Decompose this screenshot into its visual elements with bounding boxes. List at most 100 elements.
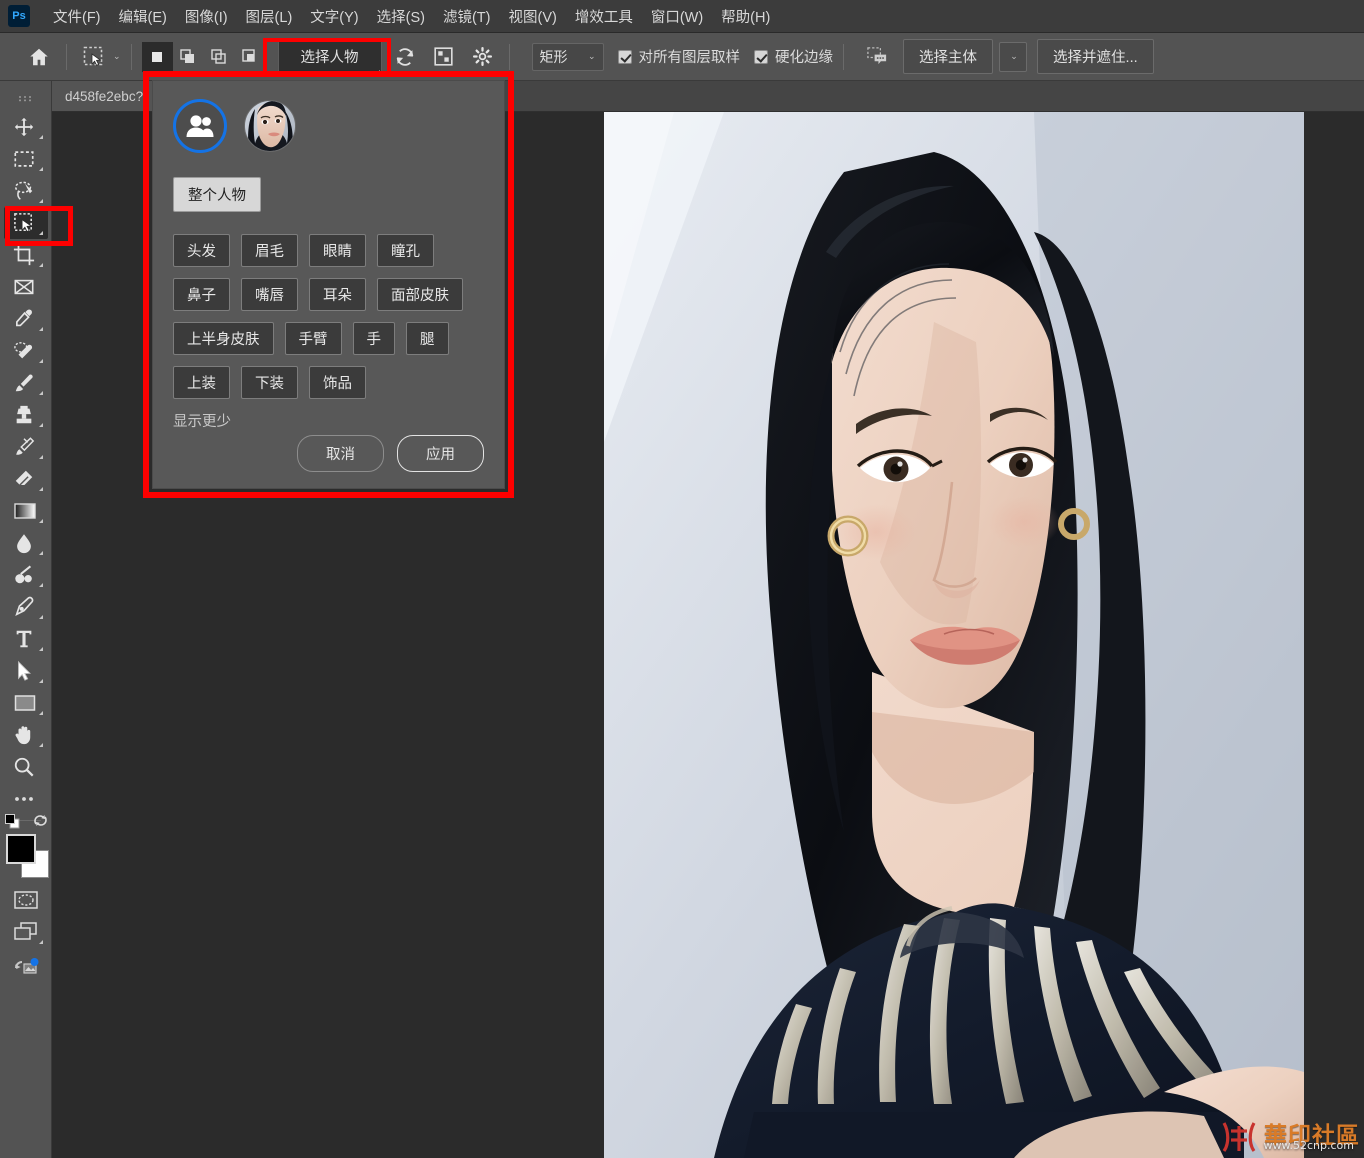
pen-tool[interactable] — [4, 591, 48, 623]
overlay-options-icon[interactable] — [428, 41, 460, 73]
move-tool-flyout-triangle-icon[interactable] — [38, 135, 43, 139]
whole-person-button[interactable]: 整个人物 — [173, 177, 261, 212]
menu-filter[interactable]: 滤镜(T) — [434, 2, 500, 31]
refresh-icon[interactable] — [389, 41, 421, 73]
frame-tool[interactable] — [4, 271, 48, 303]
chip-hair[interactable]: 头发 — [173, 234, 230, 267]
lasso-tool-flyout-triangle-icon[interactable] — [38, 199, 43, 203]
brush-tool[interactable] — [4, 367, 48, 399]
history-brush-tool-flyout-triangle-icon[interactable] — [38, 455, 43, 459]
toolbar-drag-handle[interactable] — [0, 87, 52, 109]
eraser-tool[interactable] — [4, 463, 48, 495]
default-colors-icon[interactable] — [4, 814, 20, 829]
screen-mode-button[interactable] — [4, 916, 48, 948]
select-person-button[interactable]: 选择人物 — [277, 38, 382, 75]
cancel-button[interactable]: 取消 — [297, 435, 384, 472]
chip-accessories[interactable]: 饰品 — [309, 366, 366, 399]
select-subject-button[interactable]: 选择主体 — [903, 39, 994, 74]
person-avatar-thumbnail[interactable] — [244, 100, 296, 152]
eraser-tool-flyout-triangle-icon[interactable] — [38, 487, 43, 491]
menu-select[interactable]: 选择(S) — [368, 2, 434, 31]
clone-stamp-tool-flyout-triangle-icon[interactable] — [38, 423, 43, 427]
healing-brush-tool[interactable] — [4, 335, 48, 367]
menu-window[interactable]: 窗口(W) — [642, 2, 712, 31]
subtract-from-selection-button[interactable] — [204, 42, 235, 72]
chip-legs[interactable]: 腿 — [406, 322, 449, 355]
lasso-tool[interactable] — [4, 175, 48, 207]
zoom-tool[interactable] — [4, 751, 48, 783]
apply-button[interactable]: 应用 — [397, 435, 484, 472]
eyedropper-tool[interactable] — [4, 303, 48, 335]
menu-layer[interactable]: 图层(L) — [237, 2, 302, 31]
path-selection-tool[interactable] — [4, 655, 48, 687]
home-icon[interactable] — [22, 40, 56, 74]
document-tab-filename: d458fe2ebc? — [65, 88, 144, 104]
harden-edge-checkbox[interactable]: 硬化边缘 — [754, 46, 833, 67]
chip-hands[interactable]: 手 — [352, 322, 395, 355]
menu-view[interactable]: 视图(V) — [499, 2, 565, 31]
object-selection-tool-flyout-triangle-icon[interactable] — [38, 231, 43, 235]
menu-plugins[interactable]: 增效工具 — [566, 2, 642, 31]
rectangle-tool[interactable] — [4, 687, 48, 719]
object-selection-tool-preset-icon[interactable] — [77, 40, 111, 74]
blur-tool[interactable] — [4, 527, 48, 559]
brush-tool-flyout-triangle-icon[interactable] — [38, 391, 43, 395]
chip-facial-skin[interactable]: 面部皮肤 — [377, 278, 463, 311]
intersect-selection-button[interactable] — [235, 42, 266, 72]
chip-eyebrows[interactable]: 眉毛 — [241, 234, 298, 267]
eyedropper-tool-flyout-triangle-icon[interactable] — [38, 327, 43, 331]
quick-mask-button[interactable] — [4, 884, 48, 916]
chip-nose[interactable]: 鼻子 — [173, 278, 230, 311]
clone-stamp-tool[interactable] — [4, 399, 48, 431]
menu-edit[interactable]: 编辑(E) — [110, 2, 176, 31]
chip-tops[interactable]: 上装 — [173, 366, 230, 399]
marquee-tool-flyout-triangle-icon[interactable] — [38, 167, 43, 171]
type-tool[interactable] — [4, 623, 48, 655]
gradient-tool-flyout-triangle-icon[interactable] — [38, 519, 43, 523]
select-subject-dropdown-button[interactable]: ⌄ — [999, 41, 1028, 72]
pen-tool-flyout-triangle-icon[interactable] — [38, 615, 43, 619]
menu-help[interactable]: 帮助(H) — [712, 2, 779, 31]
all-people-avatar-button[interactable] — [173, 99, 227, 153]
chip-lips[interactable]: 嘴唇 — [241, 278, 298, 311]
add-to-selection-button[interactable] — [173, 42, 204, 72]
crop-tool[interactable] — [4, 239, 48, 271]
chip-ears[interactable]: 耳朵 — [309, 278, 366, 311]
hand-tool-flyout-triangle-icon[interactable] — [38, 743, 43, 747]
chip-pupils[interactable]: 瞳孔 — [377, 234, 434, 267]
marquee-tool[interactable] — [4, 143, 48, 175]
path-selection-tool-flyout-triangle-icon[interactable] — [38, 679, 43, 683]
history-brush-tool[interactable] — [4, 431, 48, 463]
dodge-tool[interactable] — [4, 559, 48, 591]
menu-type[interactable]: 文字(Y) — [301, 2, 367, 31]
foreground-color-swatch[interactable] — [5, 834, 36, 864]
healing-brush-tool-flyout-triangle-icon[interactable] — [38, 359, 43, 363]
move-tool[interactable] — [4, 111, 48, 143]
chip-upper-body-skin[interactable]: 上半身皮肤 — [173, 322, 274, 355]
new-selection-button[interactable] — [141, 41, 173, 72]
chip-eyes[interactable]: 眼睛 — [309, 234, 366, 267]
chip-bottoms[interactable]: 下装 — [241, 366, 298, 399]
feedback-bubble-icon[interactable] — [861, 41, 893, 73]
gear-icon[interactable] — [467, 41, 499, 73]
crop-tool-flyout-triangle-icon[interactable] — [38, 263, 43, 267]
more-tools-button[interactable] — [4, 783, 48, 815]
gradient-tool[interactable] — [4, 495, 48, 527]
tool-preset-chevron-down-icon[interactable]: ⌄ — [113, 52, 121, 61]
hand-tool[interactable] — [4, 719, 48, 751]
rectangle-tool-flyout-triangle-icon[interactable] — [38, 711, 43, 715]
menu-file[interactable]: 文件(F) — [44, 2, 110, 31]
object-selection-tool[interactable] — [3, 207, 48, 239]
type-tool-flyout-triangle-icon[interactable] — [38, 647, 43, 651]
dodge-tool-flyout-triangle-icon[interactable] — [38, 583, 43, 587]
shape-mode-dropdown[interactable]: 矩形 ⌄ — [531, 42, 604, 71]
swap-colors-icon[interactable] — [33, 813, 48, 833]
sample-all-layers-checkbox[interactable]: 对所有图层取样 — [617, 46, 740, 67]
screen-mode-flyout-triangle-icon[interactable] — [38, 940, 43, 944]
cloud-sync-button[interactable] — [4, 948, 48, 980]
blur-tool-flyout-triangle-icon[interactable] — [38, 551, 43, 555]
menu-image[interactable]: 图像(I) — [176, 2, 237, 31]
show-less-link[interactable]: 显示更少 — [173, 410, 484, 431]
chip-arms[interactable]: 手臂 — [284, 322, 342, 355]
select-and-mask-button[interactable]: 选择并遮住... — [1037, 39, 1154, 74]
